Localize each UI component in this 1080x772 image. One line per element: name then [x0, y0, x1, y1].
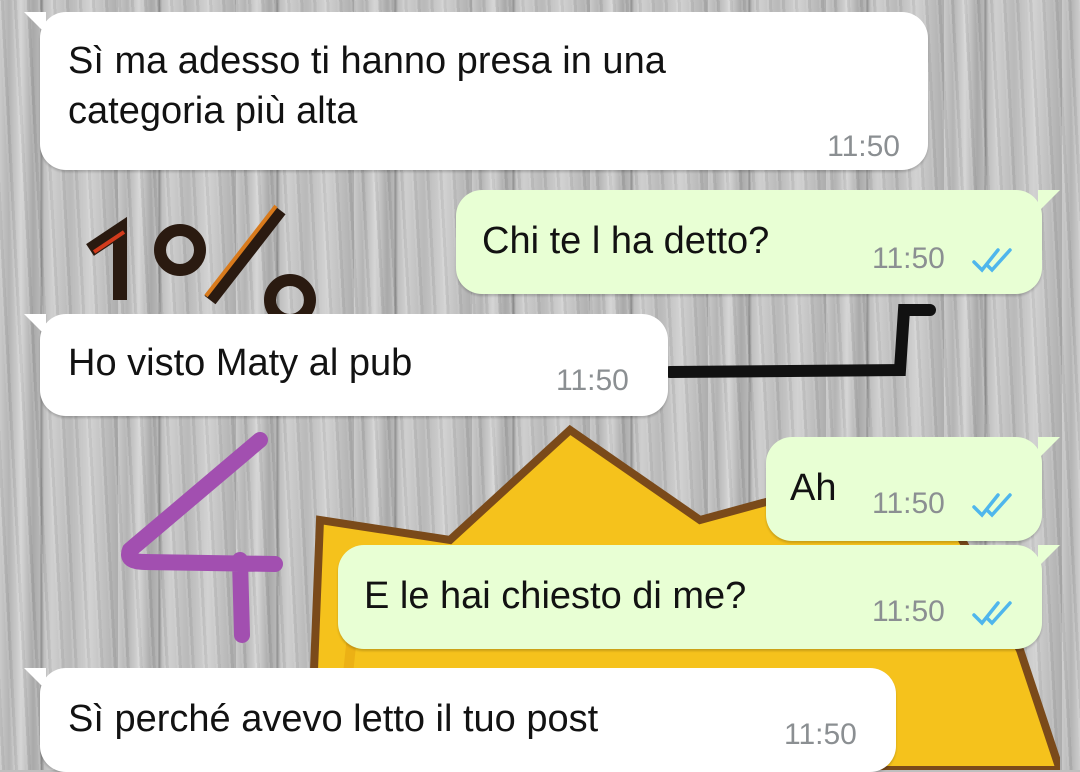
message-bubble-outgoing[interactable]: Ah 11:50 — [766, 437, 1060, 541]
message-bubble-incoming[interactable]: Sì ma adesso ti hanno presa in una categ… — [24, 12, 928, 170]
message-timestamp: 11:50 — [872, 487, 945, 520]
message-bubble-outgoing[interactable]: Chi te l ha detto? 11:50 — [456, 190, 1060, 294]
message-timestamp: 11:50 — [784, 718, 857, 751]
message-timestamp: 11:50 — [872, 595, 945, 628]
message-text: Ah — [790, 467, 837, 509]
double-check-icon — [972, 601, 1012, 626]
message-timestamp: 11:50 — [872, 242, 945, 275]
double-check-icon — [972, 248, 1012, 273]
message-timestamp: 11:50 — [556, 364, 629, 397]
message-text: Chi te l ha detto? — [482, 220, 770, 262]
message-text: Ho visto Maty al pub — [68, 342, 413, 384]
message-text: Sì ma adesso ti hanno presa in una categ… — [68, 40, 666, 132]
message-bubble-incoming[interactable]: Sì perché avevo letto il tuo post 11:50 — [24, 668, 896, 772]
message-text: E le hai chiesto di me? — [364, 575, 747, 617]
message-bubble-incoming[interactable]: Ho visto Maty al pub 11:50 — [24, 314, 668, 416]
number-four-scribble — [121, 432, 283, 643]
message-bubble-outgoing[interactable]: E le hai chiesto di me? 11:50 — [338, 545, 1060, 649]
percent-sign-decoration — [86, 204, 316, 320]
message-text: Sì perché avevo letto il tuo post — [68, 698, 599, 740]
double-check-icon — [972, 493, 1012, 518]
message-timestamp: 11:50 — [827, 130, 900, 163]
bracket-line-decoration — [664, 304, 936, 378]
